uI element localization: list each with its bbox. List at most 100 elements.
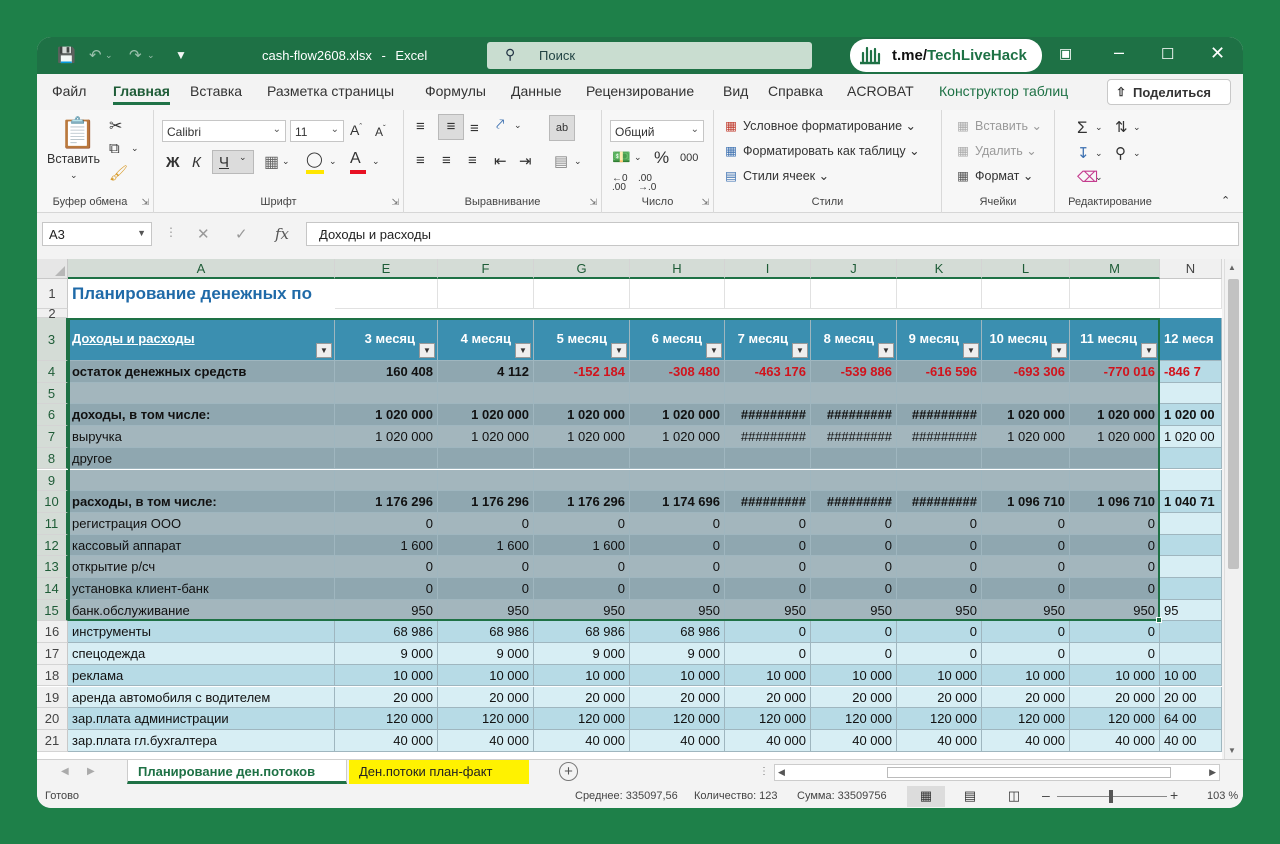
value-cell[interactable]: 120 000 — [534, 708, 630, 730]
filter-dropdown-icon[interactable]: ▼ — [1051, 343, 1067, 358]
month-header-cell[interactable]: 7 месяц ▼ — [725, 318, 811, 361]
tab-split-handle-icon[interactable]: ⋮ — [759, 766, 769, 777]
scroll-left-icon[interactable]: ◀ — [778, 767, 785, 778]
filter-dropdown-icon[interactable]: ▼ — [963, 343, 979, 358]
row-header[interactable]: 8 — [37, 447, 68, 470]
conditional-formatting-button[interactable]: ▦ Условное форматирование ⌄ — [722, 118, 916, 133]
value-cell[interactable]: 1 020 00 — [1160, 404, 1222, 427]
tab-acrobat[interactable]: ACROBAT — [847, 83, 914, 99]
value-cell[interactable]: 0 — [630, 578, 725, 600]
value-cell[interactable]: 120 000 — [725, 708, 811, 730]
value-cell[interactable]: ######### — [811, 426, 897, 448]
align-bottom-icon[interactable]: ≡ — [470, 120, 479, 137]
value-cell[interactable]: 950 — [335, 599, 438, 622]
fill-icon[interactable]: ↧ — [1077, 144, 1090, 162]
value-cell[interactable] — [1160, 534, 1222, 557]
value-cell[interactable]: -152 184 — [534, 361, 630, 383]
normal-view-icon[interactable]: ▦ — [907, 786, 945, 807]
align-center-icon[interactable]: ≡ — [442, 152, 451, 169]
value-cell[interactable]: 64 00 — [1160, 708, 1222, 730]
value-cell[interactable]: 120 000 — [982, 708, 1070, 730]
value-cell[interactable]: 40 00 — [1160, 729, 1222, 752]
value-cell[interactable]: -770 016 — [1070, 361, 1160, 383]
value-cell[interactable]: 1 096 710 — [1070, 491, 1160, 513]
value-cell[interactable]: ######### — [725, 491, 811, 513]
value-cell[interactable]: 9 000 — [335, 643, 438, 665]
value-cell[interactable]: 4 112 — [438, 361, 534, 383]
value-cell[interactable]: ######### — [811, 404, 897, 427]
sheet-title[interactable]: Планирование денежных по — [68, 279, 335, 309]
month-header-cell[interactable]: 12 меся — [1160, 318, 1222, 361]
value-cell[interactable]: 1 020 00 — [1160, 426, 1222, 448]
value-cell[interactable] — [1160, 469, 1222, 492]
value-cell[interactable]: 1 020 000 — [630, 404, 725, 427]
shrink-font-icon[interactable]: Aˇ — [375, 124, 386, 139]
save-icon[interactable]: 💾 — [57, 46, 76, 64]
value-cell[interactable]: 68 986 — [630, 621, 725, 644]
tab-review[interactable]: Рецензирование — [586, 83, 694, 99]
value-cell[interactable] — [630, 382, 725, 405]
value-cell[interactable]: 0 — [335, 556, 438, 578]
row-header[interactable]: 13 — [37, 556, 68, 578]
zoom-level[interactable]: 103 % — [1207, 790, 1238, 802]
row-label-cell[interactable] — [68, 469, 335, 492]
month-header-cell[interactable]: 9 месяц ▼ — [897, 318, 982, 361]
value-cell[interactable]: 0 — [725, 556, 811, 578]
filter-dropdown-icon[interactable]: ▼ — [515, 343, 531, 358]
value-cell[interactable]: 0 — [982, 643, 1070, 665]
row-header[interactable]: 14 — [37, 578, 68, 600]
value-cell[interactable]: 20 000 — [897, 686, 982, 709]
value-cell[interactable]: 0 — [811, 512, 897, 535]
value-cell[interactable] — [438, 447, 534, 470]
value-cell[interactable]: 0 — [630, 534, 725, 557]
value-cell[interactable]: 20 000 — [982, 686, 1070, 709]
value-cell[interactable]: 0 — [725, 512, 811, 535]
value-cell[interactable]: 9 000 — [630, 643, 725, 665]
grow-font-icon[interactable]: Aˆ — [350, 122, 362, 138]
autosum-dropdown-icon[interactable]: ⌄ — [1095, 122, 1103, 133]
value-cell[interactable]: 10 000 — [438, 664, 534, 687]
value-cell[interactable] — [534, 447, 630, 470]
tab-help[interactable]: Справка — [768, 83, 823, 99]
font-color-icon[interactable]: A — [350, 150, 366, 174]
column-header-f[interactable]: F — [438, 259, 534, 279]
value-cell[interactable]: 20 000 — [811, 686, 897, 709]
prev-sheet-icon[interactable]: ◀ — [61, 766, 69, 777]
filter-dropdown-icon[interactable]: ▼ — [706, 343, 722, 358]
value-cell[interactable]: 0 — [811, 643, 897, 665]
font-color-dropdown-icon[interactable]: ⌄ — [372, 156, 380, 167]
column-header-m[interactable]: M — [1070, 259, 1160, 279]
month-header-cell[interactable]: 8 месяц ▼ — [811, 318, 897, 361]
enter-icon[interactable]: ✓ — [235, 225, 248, 243]
empty-cell[interactable] — [1160, 279, 1222, 309]
paste-button[interactable]: Вставить — [47, 152, 100, 166]
value-cell[interactable] — [630, 447, 725, 470]
column-header-e[interactable]: E — [335, 259, 438, 279]
value-cell[interactable]: 0 — [897, 643, 982, 665]
value-cell[interactable]: 0 — [982, 578, 1070, 600]
column-header-i[interactable]: I — [725, 259, 811, 279]
value-cell[interactable]: 40 000 — [811, 729, 897, 752]
format-cells-button[interactable]: ▦ Формат ⌄ — [954, 168, 1033, 183]
value-cell[interactable]: ######### — [725, 404, 811, 427]
filter-dropdown-icon[interactable]: ▼ — [419, 343, 435, 358]
add-sheet-button[interactable]: + — [559, 762, 578, 781]
value-cell[interactable]: 120 000 — [897, 708, 982, 730]
empty-cell[interactable] — [335, 279, 438, 309]
row-header[interactable]: 4 — [37, 361, 68, 383]
row-label-cell[interactable]: реклама — [68, 664, 335, 687]
value-cell[interactable]: 1 020 000 — [534, 404, 630, 427]
value-cell[interactable]: 9 000 — [438, 643, 534, 665]
value-cell[interactable] — [335, 382, 438, 405]
value-cell[interactable]: 0 — [725, 621, 811, 644]
value-cell[interactable] — [335, 469, 438, 492]
value-cell[interactable]: 120 000 — [630, 708, 725, 730]
value-cell[interactable]: 1 096 710 — [982, 491, 1070, 513]
value-cell[interactable] — [982, 447, 1070, 470]
value-cell[interactable]: 0 — [897, 621, 982, 644]
value-cell[interactable]: 0 — [438, 556, 534, 578]
row-header[interactable]: 10 — [37, 491, 68, 513]
value-cell[interactable]: 1 176 296 — [335, 491, 438, 513]
empty-cell[interactable] — [811, 279, 897, 309]
value-cell[interactable]: -693 306 — [982, 361, 1070, 383]
